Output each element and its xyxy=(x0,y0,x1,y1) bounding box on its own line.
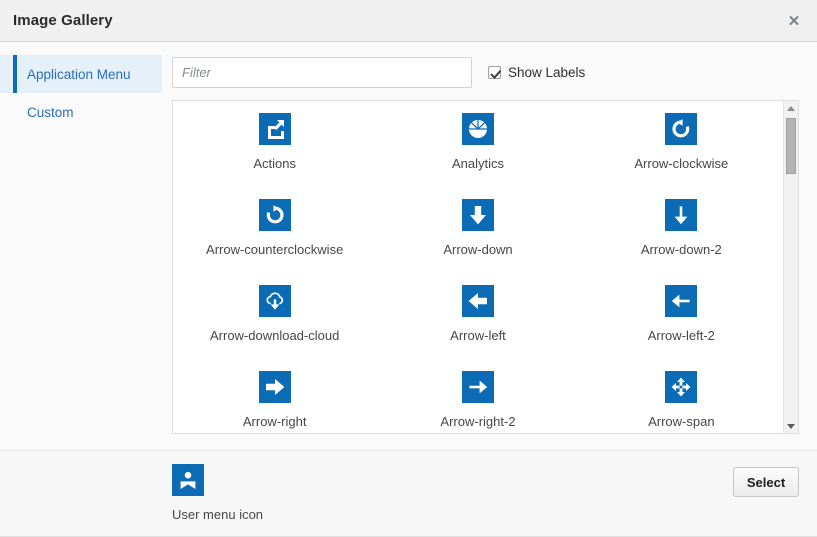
icon-grid-panel: Actions xyxy=(172,100,799,434)
gallery-item-label: Actions xyxy=(253,156,296,171)
gallery-item[interactable]: Arrow-clockwise xyxy=(580,113,783,199)
gallery-item-label: Analytics xyxy=(452,156,504,171)
show-labels-checkbox[interactable] xyxy=(488,66,501,79)
arrow-down-thin-icon xyxy=(665,199,697,231)
gallery-item-label: Arrow-down xyxy=(443,242,512,257)
gallery-item[interactable]: Arrow-left xyxy=(376,285,579,371)
gallery-item-label: Arrow-download-cloud xyxy=(210,328,339,343)
gallery-toolbar: Show Labels xyxy=(172,42,799,100)
gallery-main: Show Labels xyxy=(162,42,817,450)
dialog-footer: User menu icon Select xyxy=(0,450,817,537)
pie-chart-icon xyxy=(462,113,494,145)
dialog-title: Image Gallery xyxy=(13,12,113,29)
gallery-item[interactable]: Arrow-left-2 xyxy=(580,285,783,371)
show-labels-label: Show Labels xyxy=(508,65,585,80)
gallery-item-label: Arrow-clockwise xyxy=(634,156,728,171)
gallery-item-label: Arrow-left-2 xyxy=(648,328,715,343)
dialog-body: Application Menu Custom Show Labels xyxy=(0,42,817,537)
gallery-item[interactable]: Arrow-span xyxy=(580,371,783,433)
gallery-vertical-scrollbar[interactable] xyxy=(783,101,798,433)
arrow-right-solid-icon xyxy=(259,371,291,403)
cloud-download-icon xyxy=(259,285,291,317)
show-labels-toggle[interactable]: Show Labels xyxy=(488,65,585,80)
arrow-span-icon xyxy=(665,371,697,403)
sidebar-item-label: Application Menu xyxy=(27,67,131,82)
gallery-sidebar: Application Menu Custom xyxy=(0,42,162,450)
select-button[interactable]: Select xyxy=(733,467,799,497)
gallery-item[interactable]: Arrow-down xyxy=(376,199,579,285)
gallery-item-label: Arrow-counterclockwise xyxy=(206,242,343,257)
icon-grid: Actions xyxy=(173,113,783,433)
sidebar-item-label: Custom xyxy=(27,105,74,120)
gallery-item-label: Arrow-span xyxy=(648,414,714,429)
gallery-item[interactable]: Arrow-right-2 xyxy=(376,371,579,433)
arrow-left-solid-icon xyxy=(462,285,494,317)
triangle-down-icon[interactable] xyxy=(784,419,798,433)
scrollbar-thumb[interactable] xyxy=(786,118,796,174)
sidebar-item-custom[interactable]: Custom xyxy=(0,93,162,131)
arrow-counterclockwise-icon xyxy=(259,199,291,231)
gallery-item-label: Arrow-down-2 xyxy=(641,242,722,257)
user-menu-icon xyxy=(172,464,204,496)
dialog-content-row: Application Menu Custom Show Labels xyxy=(0,42,817,450)
image-gallery-dialog: Image Gallery ✕ Application Menu Custom xyxy=(0,0,817,537)
gallery-item[interactable]: Arrow-down-2 xyxy=(580,199,783,285)
selected-icon-label: User menu icon xyxy=(172,507,263,522)
gallery-item[interactable]: Arrow-counterclockwise xyxy=(173,199,376,285)
gallery-item[interactable]: Arrow-download-cloud xyxy=(173,285,376,371)
gallery-item[interactable]: Arrow-right xyxy=(173,371,376,433)
arrow-left-thin-icon xyxy=(665,285,697,317)
arrow-down-solid-icon xyxy=(462,199,494,231)
selected-icon-preview[interactable]: User menu icon xyxy=(172,464,263,522)
triangle-up-icon[interactable] xyxy=(784,101,798,115)
icon-grid-scroll: Actions xyxy=(173,101,783,433)
gallery-item-label: Arrow-right xyxy=(243,414,307,429)
arrow-right-thin-icon xyxy=(462,371,494,403)
gallery-item-label: Arrow-left xyxy=(450,328,506,343)
dialog-titlebar: Image Gallery ✕ xyxy=(0,0,817,42)
gallery-item[interactable]: Analytics xyxy=(376,113,579,199)
arrow-clockwise-icon xyxy=(665,113,697,145)
close-icon[interactable]: ✕ xyxy=(781,8,807,34)
sidebar-item-application-menu[interactable]: Application Menu xyxy=(0,55,162,93)
share-export-icon xyxy=(259,113,291,145)
gallery-item-label: Arrow-right-2 xyxy=(440,414,515,429)
gallery-item[interactable]: Actions xyxy=(173,113,376,199)
filter-input[interactable] xyxy=(172,57,472,88)
